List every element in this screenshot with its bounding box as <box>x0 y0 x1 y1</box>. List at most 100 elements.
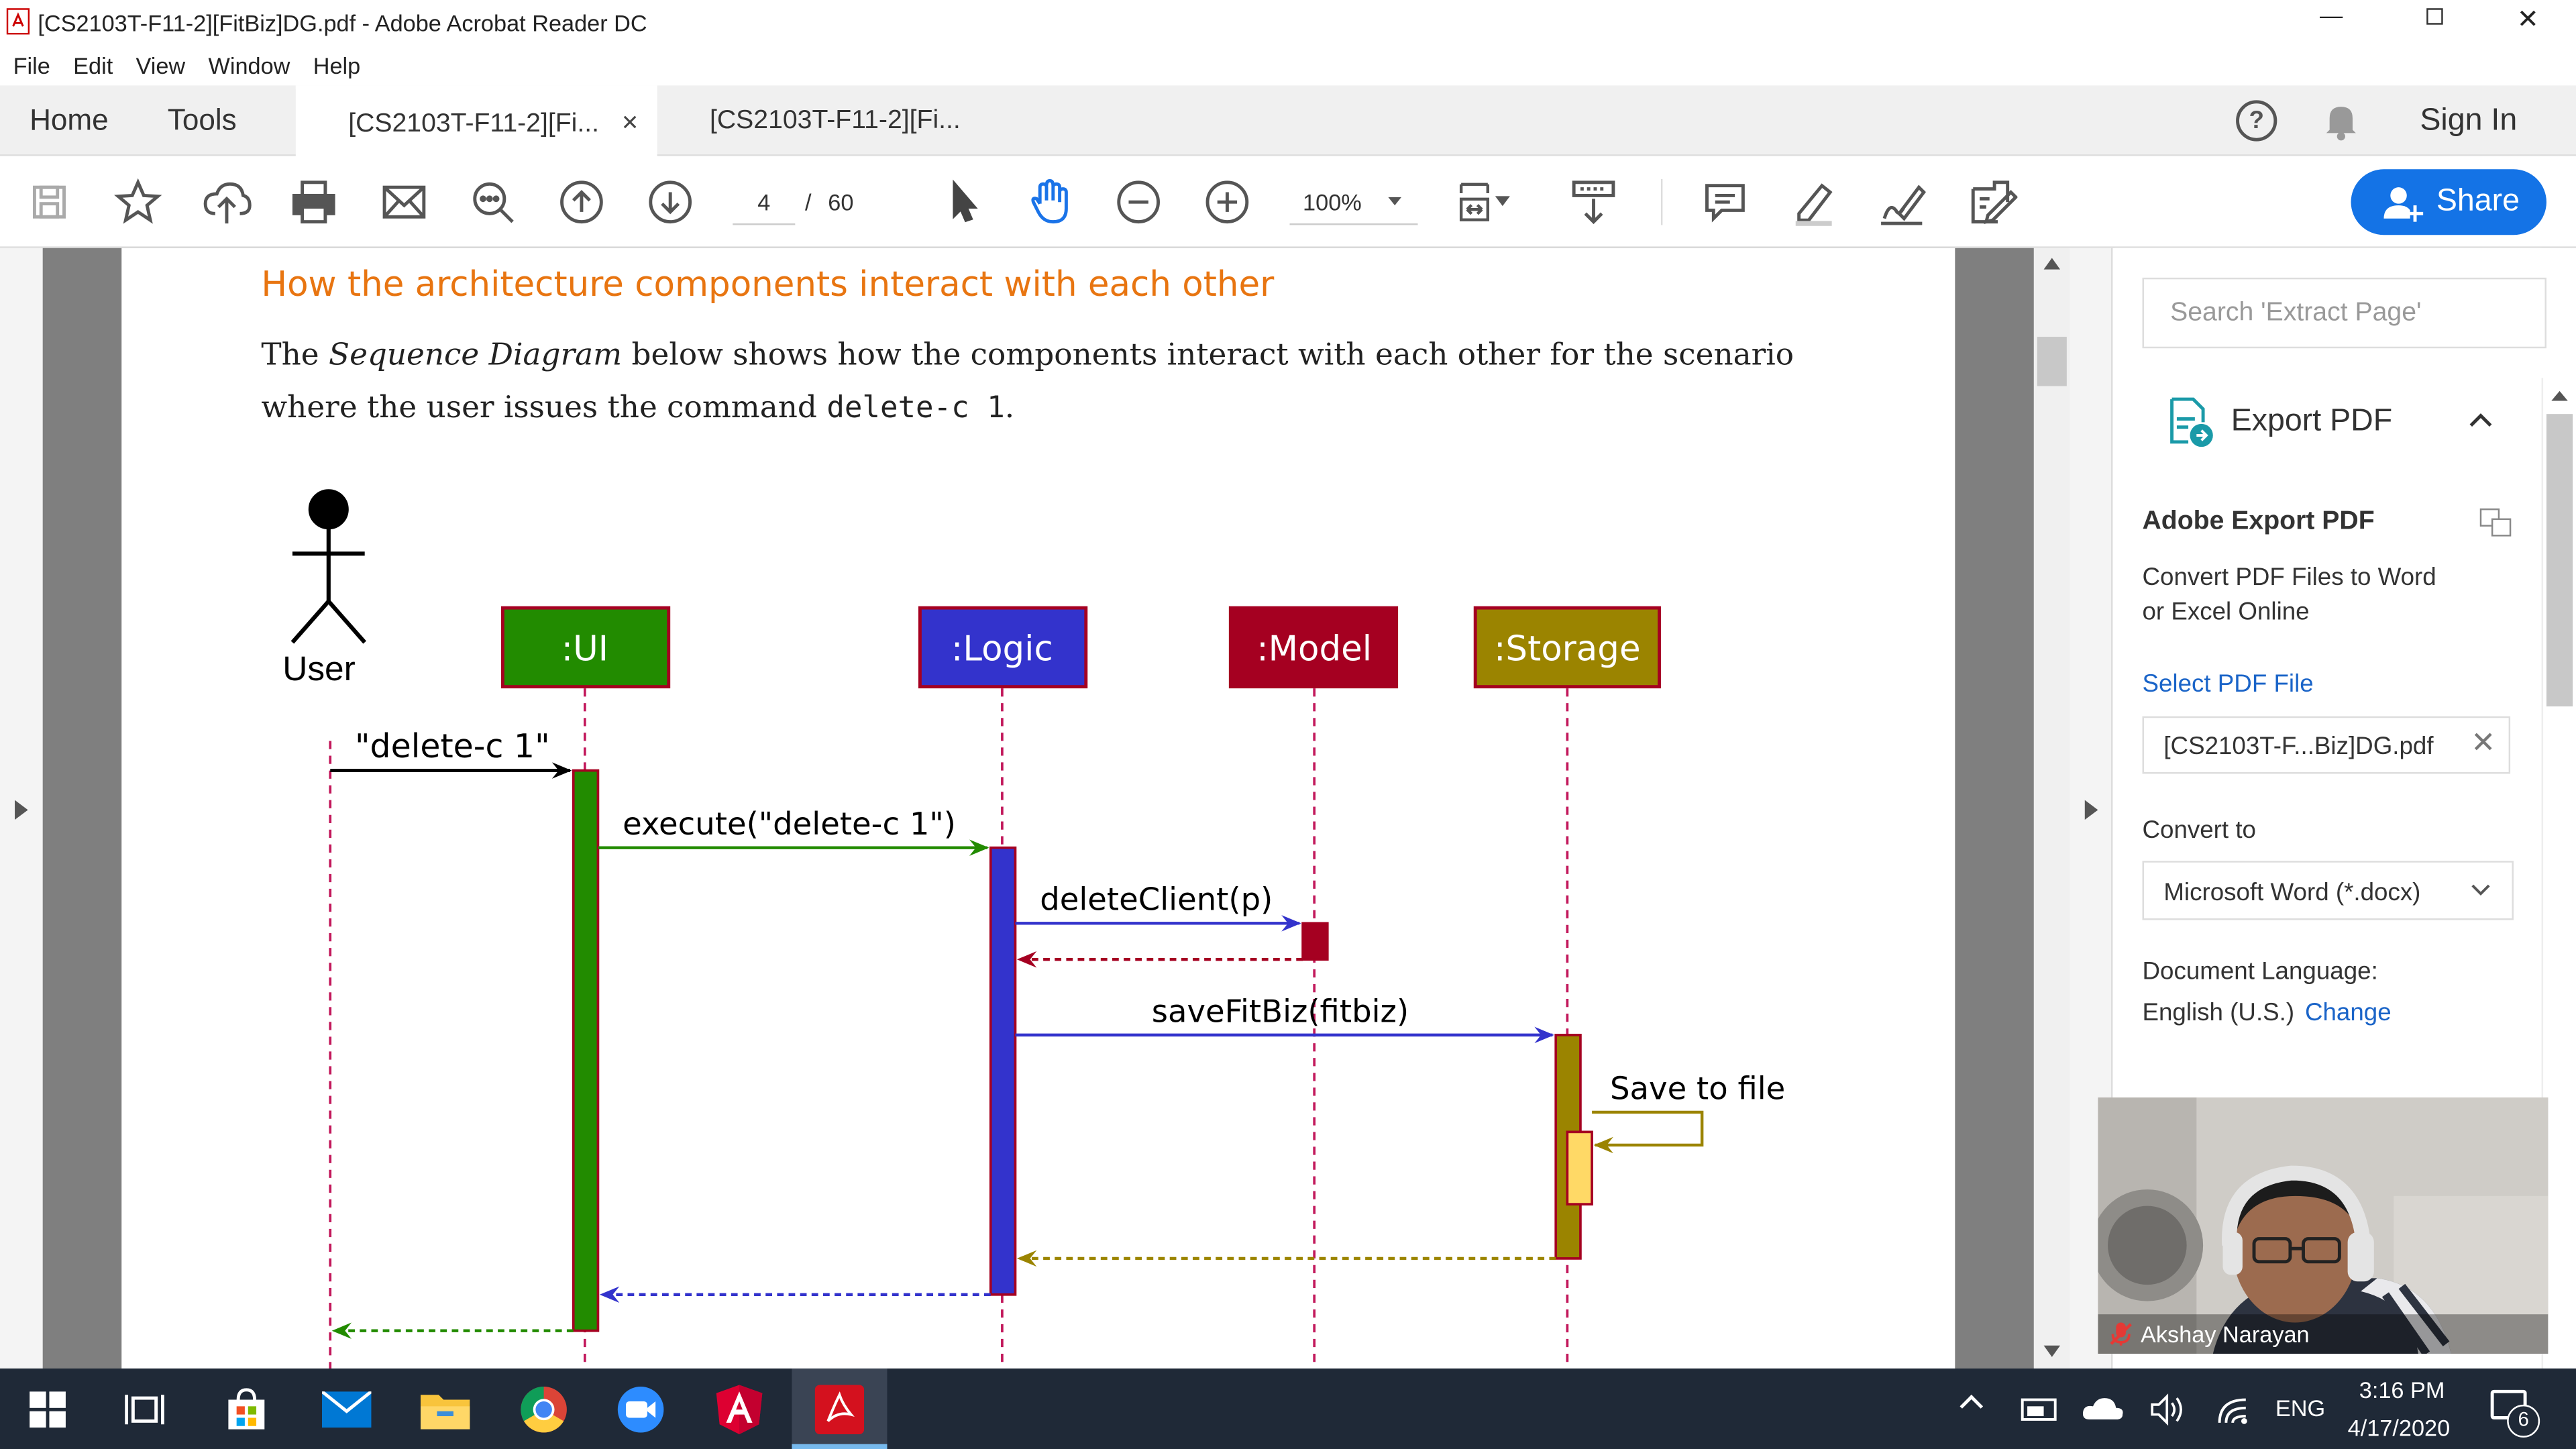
expand-left-panel-icon[interactable] <box>15 800 28 820</box>
file-explorer-icon[interactable] <box>419 1383 471 1436</box>
add-person-icon <box>2383 187 2424 222</box>
actor-label: User <box>282 649 356 688</box>
close-window-button[interactable]: ✕ <box>2517 3 2539 36</box>
scroll-thumb[interactable] <box>2037 337 2067 386</box>
participant-storage-label: :Storage <box>1494 629 1640 669</box>
convert-to-label: Convert to <box>2142 816 2256 845</box>
page-separator: / <box>805 189 812 215</box>
taskbar: ENG 3:16 PM 4/17/2020 6 <box>0 1368 2576 1449</box>
doc-language-value: English (U.S.) <box>2142 998 2295 1027</box>
page-up-icon[interactable] <box>552 172 611 231</box>
collapse-right-panel-icon[interactable] <box>2084 800 2098 820</box>
pane-scroll-thumb[interactable] <box>2546 414 2573 707</box>
selected-file-field[interactable]: [CS2103T-F...Biz]DG.pdf ✕ <box>2142 716 2511 774</box>
acrobat-taskbar-active[interactable] <box>792 1368 888 1449</box>
zoom-select[interactable]: 100% <box>1289 179 1418 225</box>
cloud-upload-icon[interactable] <box>197 172 256 231</box>
highlight-icon[interactable] <box>1784 172 1843 231</box>
bell-icon[interactable] <box>2320 99 2363 150</box>
tab-home[interactable]: Home <box>30 85 109 156</box>
export-desc-2: or Excel Online <box>2142 598 2310 627</box>
wifi-icon[interactable] <box>2216 1393 2253 1426</box>
clear-file-icon[interactable]: ✕ <box>2471 726 2496 760</box>
tab-close-icon[interactable]: ✕ <box>621 110 639 136</box>
clock-time[interactable]: 3:16 PM <box>2359 1377 2445 1403</box>
mail-icon[interactable] <box>321 1383 373 1436</box>
toolbar: 4 / 60 100% Share <box>0 156 2576 248</box>
mic-muted-icon <box>2110 1322 2132 1346</box>
chrome-icon[interactable] <box>517 1383 570 1436</box>
document-scrollbar[interactable] <box>2033 248 2070 1369</box>
user-actor-icon <box>290 489 366 644</box>
sign-pen-icon[interactable] <box>1873 172 1932 231</box>
save-icon[interactable] <box>19 172 78 231</box>
zoom-app-icon[interactable] <box>614 1383 667 1436</box>
windows-start-icon[interactable] <box>21 1383 74 1436</box>
print-icon[interactable] <box>284 172 343 231</box>
participant-model-label: :Model <box>1256 629 1372 669</box>
restore-button[interactable] <box>2426 8 2443 25</box>
tools-search-input[interactable]: Search 'Extract Page' <box>2142 277 2546 349</box>
menu-edit[interactable]: Edit <box>73 52 113 78</box>
msg-execute-label: execute("delete-c 1") <box>623 806 956 842</box>
page-down-icon[interactable] <box>641 172 700 231</box>
tab-document-active[interactable]: [CS2103T-F11-2][Fi... ✕ <box>295 85 657 156</box>
comment-icon[interactable] <box>1695 172 1754 231</box>
convert-format-value: Microsoft Word (*.docx) <box>2163 879 2421 907</box>
sign-in-button[interactable]: Sign In <box>2420 85 2517 156</box>
tab-document-2[interactable]: [CS2103T-F11-2][Fi... <box>710 85 961 156</box>
fit-page-icon[interactable] <box>1452 172 1511 231</box>
share-button[interactable]: Share <box>2351 169 2546 235</box>
store-icon[interactable] <box>220 1383 272 1436</box>
menu-window[interactable]: Window <box>208 52 290 78</box>
selected-file-name: [CS2103T-F...Biz]DG.pdf <box>2163 733 2434 761</box>
zoom-search-icon[interactable] <box>464 172 523 231</box>
change-language-link[interactable]: Change <box>2305 999 2392 1027</box>
sequence-diagram: User :UI :Logic :Model :Storage "delete-… <box>282 489 1785 1369</box>
clock-date[interactable]: 4/17/2020 <box>2348 1415 2451 1441</box>
star-icon[interactable] <box>109 172 168 231</box>
document-view[interactable]: How the architecture components interact… <box>42 248 2034 1369</box>
video-call-thumbnail[interactable]: Akshay Narayan <box>2098 1097 2548 1354</box>
export-pdf-title: Export PDF <box>2231 404 2393 439</box>
email-icon[interactable] <box>374 172 433 231</box>
notification-count-badge[interactable]: 6 <box>2507 1404 2540 1438</box>
convert-format-select[interactable]: Microsoft Word (*.docx) <box>2142 861 2514 920</box>
language-indicator[interactable]: ENG <box>2275 1395 2325 1421</box>
participant-ui-label: :UI <box>561 629 608 669</box>
video-participant-name: Akshay Narayan <box>2141 1320 2310 1348</box>
scroll-down-icon[interactable] <box>2043 1345 2061 1357</box>
adobe-export-title: Adobe Export PDF <box>2142 507 2375 536</box>
export-pdf-header[interactable]: Export PDF <box>2142 389 2504 455</box>
select-pdf-link[interactable]: Select PDF File <box>2142 670 2313 698</box>
tab-tools[interactable]: Tools <box>168 85 237 156</box>
minimize-button[interactable]: — <box>2320 1 2343 28</box>
fill-sign-icon[interactable] <box>1962 172 2021 231</box>
tab-document-label: [CS2103T-F11-2][Fi... <box>348 110 600 138</box>
acrobat-icon <box>814 1385 865 1434</box>
menu-file[interactable]: File <box>13 52 50 78</box>
volume-icon[interactable] <box>2149 1393 2185 1426</box>
select-cursor-icon[interactable] <box>933 172 992 231</box>
hand-tool-icon[interactable] <box>1020 172 1079 231</box>
help-icon[interactable]: ? <box>2236 100 2277 142</box>
page-number-input[interactable]: 4 <box>733 179 796 225</box>
msg-self-arrow <box>1592 1110 1704 1154</box>
menu-help[interactable]: Help <box>313 52 361 78</box>
scroll-mode-icon[interactable] <box>1564 172 1623 231</box>
zoom-in-icon[interactable] <box>1197 172 1256 231</box>
window-title: [CS2103T-F11-2][FitBiz]DG.pdf - Adobe Ac… <box>38 9 647 36</box>
tray-device-icon[interactable] <box>2021 1393 2057 1426</box>
msg-deleteclient-label: deleteClient(p) <box>1040 881 1273 918</box>
onedrive-icon[interactable] <box>2082 1395 2125 1421</box>
scroll-up-icon[interactable] <box>2043 258 2061 270</box>
task-view-icon[interactable] <box>118 1383 170 1436</box>
language-icon[interactable] <box>2479 508 2512 537</box>
angular-icon[interactable] <box>713 1383 765 1436</box>
tab-bar: Home Tools [CS2103T-F11-2][Fi... ✕ [CS21… <box>0 85 2576 156</box>
chevron-up-icon[interactable] <box>2467 409 2493 429</box>
menu-view[interactable]: View <box>136 52 186 78</box>
pane-scroll-up-icon[interactable] <box>2551 390 2568 401</box>
tray-overflow-icon[interactable] <box>1960 1395 1984 1418</box>
zoom-out-icon[interactable] <box>1109 172 1168 231</box>
